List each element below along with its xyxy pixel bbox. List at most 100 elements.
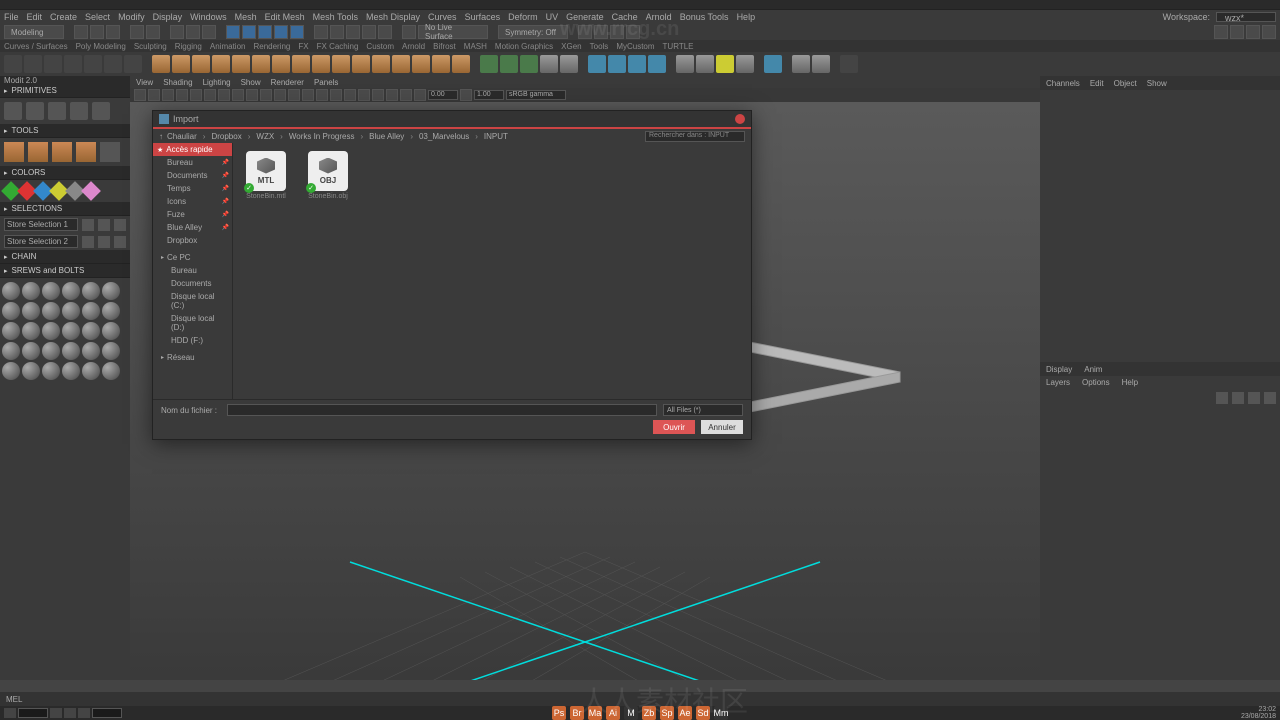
shelf-tab-fx[interactable]: FX <box>298 42 308 51</box>
layer-move-down-icon[interactable] <box>1232 392 1244 404</box>
layer-move-up-icon[interactable] <box>1216 392 1228 404</box>
shelf-tab-custom[interactable]: Custom <box>366 42 394 51</box>
menu-curves[interactable]: Curves <box>428 12 457 22</box>
save-scene-icon[interactable] <box>106 25 120 39</box>
shelf-separate-icon[interactable] <box>500 55 518 73</box>
cb-tab-channels[interactable]: Channels <box>1046 79 1080 88</box>
symmetry-dropdown[interactable]: Symmetry: Off <box>498 25 568 39</box>
shelf-connect-icon[interactable] <box>696 55 714 73</box>
shelf-extrude-icon[interactable] <box>588 55 606 73</box>
color-pink-swatch[interactable] <box>81 181 101 201</box>
vp-gamma-field[interactable]: 1.00 <box>474 90 504 100</box>
shelf-polycylinder-icon[interactable] <box>192 55 210 73</box>
shelf-uv-editor-icon[interactable] <box>792 55 810 73</box>
object-mode-icon[interactable] <box>274 25 288 39</box>
lasso-icon[interactable] <box>186 25 200 39</box>
screw-preset-icon[interactable] <box>62 302 80 320</box>
menu-create[interactable]: Create <box>50 12 77 22</box>
selections-header[interactable]: SELECTIONS <box>0 202 130 216</box>
shelf-options-icon[interactable] <box>4 55 22 73</box>
vp-wireframe-icon[interactable] <box>302 89 314 101</box>
dialog-search-input[interactable]: Rechercher dans : INPUT <box>645 131 745 142</box>
shelf-mirror-icon[interactable] <box>540 55 558 73</box>
vp-field-chart-icon[interactable] <box>260 89 272 101</box>
primitive-plane-icon[interactable] <box>92 102 110 120</box>
shelf-options7-icon[interactable] <box>124 55 142 73</box>
clear-selection-1-icon[interactable] <box>114 219 126 231</box>
paint-select-icon[interactable] <box>202 25 216 39</box>
uv-mode-icon[interactable] <box>290 25 304 39</box>
sidebar-item-bureau2[interactable]: Bureau <box>153 264 232 277</box>
mode-dropdown[interactable]: Modeling <box>4 25 64 39</box>
primitive-cylinder-icon[interactable] <box>48 102 66 120</box>
breadcrumb[interactable]: Blue Alley <box>369 132 404 141</box>
screws-header[interactable]: SREWS and BOLTS <box>0 264 130 278</box>
filename-input[interactable] <box>227 404 657 416</box>
shelf-polysuperellipse-icon[interactable] <box>432 55 450 73</box>
layer-create-empty-icon[interactable] <box>1248 392 1260 404</box>
toggle-attribute-editor-icon[interactable] <box>1262 25 1276 39</box>
cb-tab-show[interactable]: Show <box>1147 79 1167 88</box>
breadcrumb[interactable]: Chauliar <box>167 132 197 141</box>
screw-preset-icon[interactable] <box>22 322 40 340</box>
new-scene-icon[interactable] <box>74 25 88 39</box>
shelf-multicut-icon[interactable] <box>648 55 666 73</box>
menu-surfaces[interactable]: Surfaces <box>465 12 501 22</box>
toolbox-move-icon[interactable] <box>28 142 48 162</box>
shelf-subdiv-icon[interactable] <box>560 55 578 73</box>
toggle-modeling-toolkit-icon[interactable] <box>1214 25 1228 39</box>
clear-selection-2-icon[interactable] <box>114 236 126 248</box>
add-selection-1-icon[interactable] <box>82 219 94 231</box>
screw-preset-icon[interactable] <box>62 282 80 300</box>
vp-grid-icon[interactable] <box>204 89 216 101</box>
screw-preset-icon[interactable] <box>102 362 120 380</box>
render-settings-icon[interactable] <box>626 25 640 39</box>
redo-icon[interactable] <box>146 25 160 39</box>
construction-history-icon[interactable] <box>578 25 592 39</box>
menu-cache[interactable]: Cache <box>612 12 638 22</box>
path-up-icon[interactable]: ↑ <box>159 132 163 141</box>
screw-preset-icon[interactable] <box>22 282 40 300</box>
cb-tab-object[interactable]: Object <box>1114 79 1137 88</box>
shelf-polysphere-icon[interactable] <box>152 55 170 73</box>
shelf-polygear-icon[interactable] <box>392 55 410 73</box>
sidebar-group-cepc[interactable]: Ce PC <box>153 251 232 264</box>
shelf-tab-fxcaching[interactable]: FX Caching <box>317 42 359 51</box>
menu-bonustools[interactable]: Bonus Tools <box>680 12 729 22</box>
shelf-polysoccer-icon[interactable] <box>412 55 430 73</box>
shelf-bridge-icon[interactable] <box>608 55 626 73</box>
screw-preset-icon[interactable] <box>82 282 100 300</box>
vp-menu-shading[interactable]: Shading <box>163 78 192 87</box>
layer-menu-layers[interactable]: Layers <box>1046 378 1070 387</box>
timeline-start-field[interactable] <box>18 708 48 718</box>
vp-use-all-lights-icon[interactable] <box>344 89 356 101</box>
shelf-tab-motiongraphics[interactable]: Motion Graphics <box>495 42 553 51</box>
screw-preset-icon[interactable] <box>2 302 20 320</box>
filetype-dropdown[interactable]: All Files (*) <box>663 404 743 416</box>
menu-uv[interactable]: UV <box>546 12 559 22</box>
primitive-sphere-icon[interactable] <box>26 102 44 120</box>
taskbar-m-icon[interactable]: M <box>624 706 638 720</box>
vp-textured-icon[interactable] <box>330 89 342 101</box>
primitive-torus-icon[interactable] <box>70 102 88 120</box>
vp-menu-show[interactable]: Show <box>241 78 261 87</box>
menu-mesh[interactable]: Mesh <box>235 12 257 22</box>
ipr-render-icon[interactable] <box>610 25 624 39</box>
screw-preset-icon[interactable] <box>22 362 40 380</box>
vp-safe-action-icon[interactable] <box>274 89 286 101</box>
live-surface-icon[interactable] <box>402 25 416 39</box>
screw-preset-icon[interactable] <box>82 362 100 380</box>
sidebar-item-hdd-f[interactable]: HDD (F:) <box>153 334 232 347</box>
shelf-tab-sculpting[interactable]: Sculpting <box>134 42 167 51</box>
shelf-tab-mash[interactable]: MASH <box>464 42 487 51</box>
shelf-options3-icon[interactable] <box>44 55 62 73</box>
sidebar-group-reseau[interactable]: Réseau <box>153 351 232 364</box>
vp-menu-panels[interactable]: Panels <box>314 78 338 87</box>
timeline-prev-icon[interactable] <box>50 708 62 718</box>
sidebar-item-disque-d[interactable]: Disque local (D:) <box>153 312 232 334</box>
breadcrumb[interactable]: INPUT <box>484 132 508 141</box>
shelf-tab-turtle[interactable]: TURTLE <box>663 42 694 51</box>
toolbox-rotate-icon[interactable] <box>52 142 72 162</box>
snap-point-icon[interactable] <box>346 25 360 39</box>
shelf-misc-icon[interactable] <box>840 55 858 73</box>
